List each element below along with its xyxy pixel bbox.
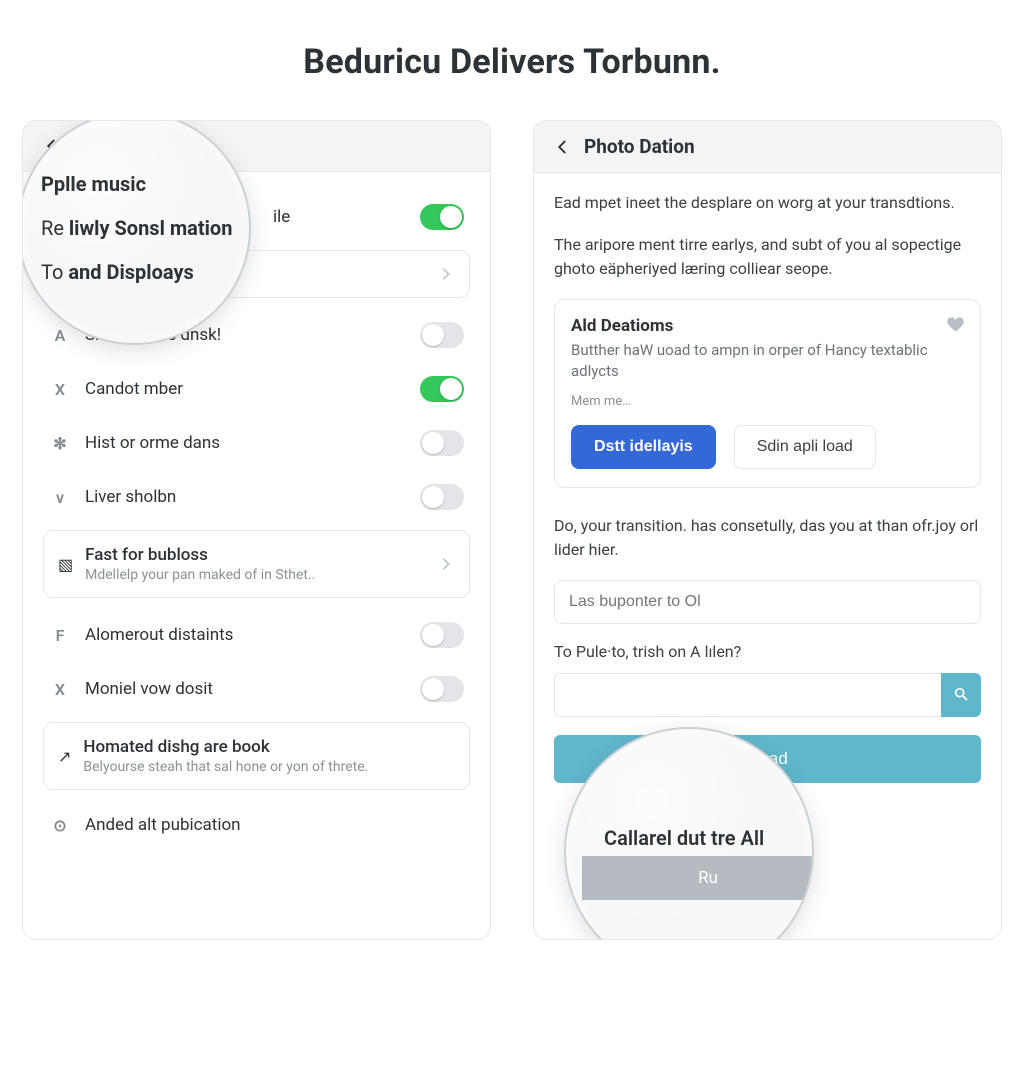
chevron-right-icon	[437, 555, 455, 573]
heart-icon[interactable]	[946, 314, 966, 338]
text-input-1[interactable]	[554, 580, 981, 624]
homated-card[interactable]: ↗ Homated dishg are book Belyourse steah…	[43, 722, 470, 790]
top-toggle[interactable]	[420, 204, 464, 230]
setting-label: Liver sholbn	[85, 487, 406, 507]
setting-toggle[interactable]	[420, 622, 464, 648]
paragraph-3: Do, your transition. has consetully, das…	[554, 514, 981, 562]
fast-card-desc: Mdellelp your pan maked of in Sthet..	[85, 567, 425, 583]
search-input[interactable]	[554, 673, 941, 717]
back-icon[interactable]	[41, 135, 63, 157]
page-title: Beduricu Delivers Torbunn.	[0, 42, 1024, 82]
setting-label: Anded alt pubication	[85, 815, 464, 835]
gear-icon: ✻	[49, 432, 71, 454]
setting-row: X Moniel vow dosit	[43, 662, 470, 716]
top-toggle-label: ile	[273, 207, 406, 227]
setting-row: ✻ Hist or orme dans	[43, 416, 470, 470]
left-panel: Pplle music Re liwly Sonsl mation To and…	[22, 120, 491, 940]
right-header-title: Photo Dation	[584, 135, 695, 158]
left-panel-header	[23, 121, 490, 172]
promo-subtitle: Butther haW uoad to ampn in orper of Han…	[571, 340, 964, 382]
setting-label: Snd prounts dnsk!	[85, 325, 406, 345]
share-icon: ↗	[58, 747, 71, 766]
submit-button[interactable]: Road	[554, 735, 981, 783]
promo-secondary-button[interactable]: Sdin apli load	[734, 425, 876, 469]
letter-x-icon: X	[49, 378, 71, 400]
chevron-down-icon: v	[49, 486, 71, 508]
letter-a-icon: A	[49, 324, 71, 346]
search-icon	[953, 686, 969, 705]
setting-toggle[interactable]	[420, 676, 464, 702]
homated-card-title: Homated dishg are book	[83, 737, 455, 757]
letter-f-icon: F	[49, 624, 71, 646]
setting-row: X Candot mber	[43, 362, 470, 416]
promo-meta: Mem me…	[571, 394, 964, 409]
disclosure-row[interactable]: flow lott n or tpod.	[103, 250, 470, 298]
letter-x-icon: X	[49, 678, 71, 700]
image-icon: ▧	[58, 555, 73, 574]
right-panel: Photo Dation Ead mpet ineet the desplare…	[533, 120, 1002, 940]
right-panel-body: Ead mpet ineet the desplare on worg at y…	[534, 173, 1001, 801]
chevron-right-icon	[437, 265, 455, 283]
setting-row: F Alomerout distaints	[43, 608, 470, 662]
setting-label: Moniel vow dosit	[85, 679, 406, 699]
promo-card: Ald Deatioms Butther haW uoad to ampn in…	[554, 299, 981, 488]
setting-toggle[interactable]	[420, 322, 464, 348]
setting-toggle[interactable]	[420, 376, 464, 402]
lens-text: Callarel dut tre All	[604, 804, 812, 856]
top-toggle-row: ile	[43, 190, 470, 244]
disclosure-desc: flow lott n or tpod.	[118, 267, 425, 283]
setting-toggle[interactable]	[420, 484, 464, 510]
setting-toggle[interactable]	[420, 430, 464, 456]
homated-card-desc: Belyourse steah that sal hone or yon of …	[83, 759, 455, 775]
search-row	[554, 673, 981, 717]
lens-bar: Ru	[582, 856, 814, 900]
setting-label: Candot mber	[85, 379, 406, 399]
promo-primary-button[interactable]: Dstt idellayis	[571, 425, 716, 469]
fast-card[interactable]: ▧ Fast for bubloss Mdellelp your pan mak…	[43, 530, 470, 598]
right-panel-header: Photo Dation	[534, 121, 1001, 173]
back-icon[interactable]	[552, 136, 574, 158]
setting-row: A Snd prounts dnsk!	[43, 308, 470, 362]
setting-label: Hist or orme dans	[85, 433, 406, 453]
intro-paragraph-2: The aripore ment tirre earlys, and subt …	[554, 233, 981, 281]
setting-label: Alomerout distaints	[85, 625, 406, 645]
intro-paragraph-1: Ead mpet ineet the desplare on worg at y…	[554, 191, 981, 215]
setting-row: v Liver sholbn	[43, 470, 470, 524]
info-icon: ⊙	[49, 814, 71, 836]
question-line: To Pule·to, trish on A lılen?	[554, 642, 981, 661]
setting-row: ⊙ Anded alt pubication	[43, 800, 470, 850]
fast-card-title: Fast for bubloss	[85, 545, 425, 565]
left-panel-body: ile flow lott n or tpod. A Snd prounts d…	[23, 172, 490, 868]
search-button[interactable]	[941, 673, 981, 717]
promo-title: Ald Deatioms	[571, 316, 964, 336]
